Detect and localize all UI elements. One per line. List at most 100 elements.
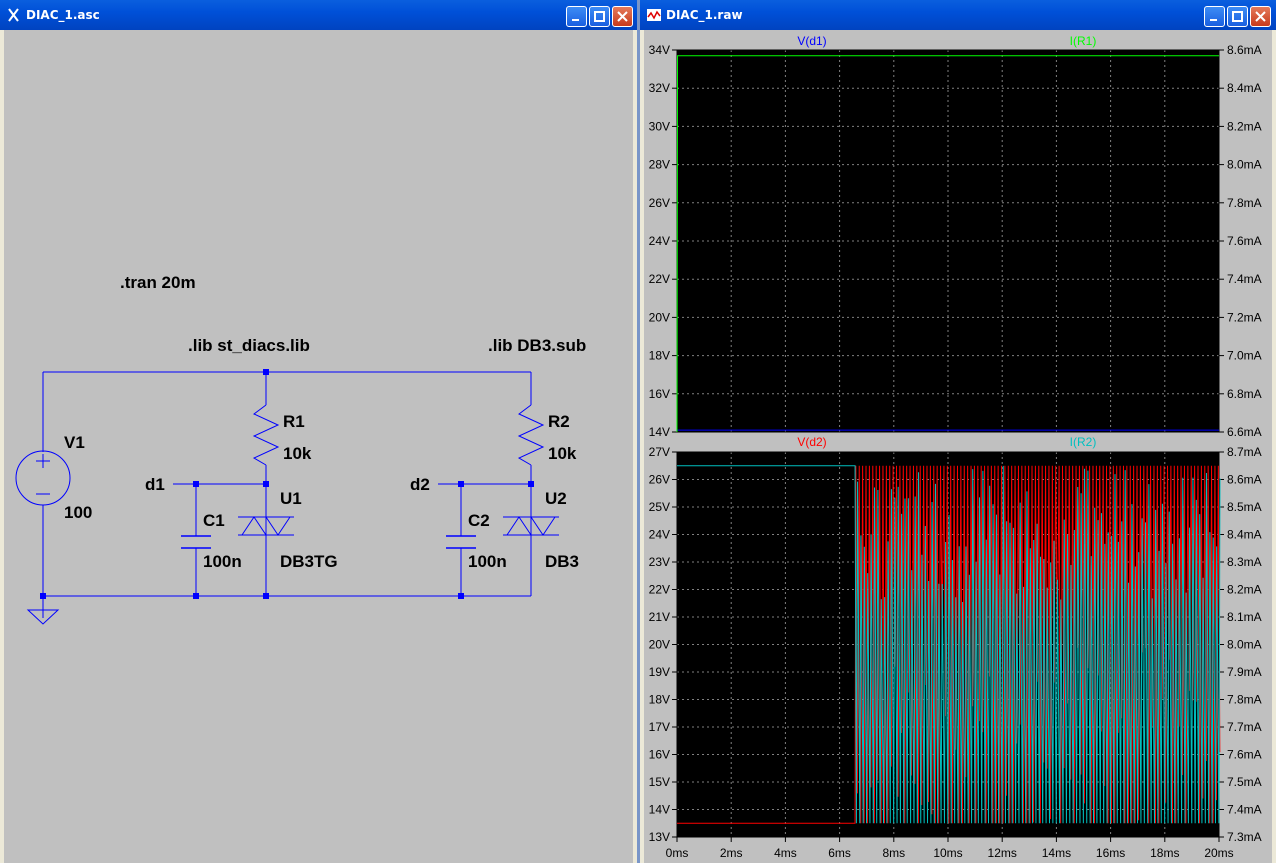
voltage-source-v1-symbol[interactable] [15, 450, 71, 506]
y-tick-label-right: 7.8mA [1227, 693, 1262, 707]
y-tick-label-right: 8.0mA [1227, 158, 1262, 172]
v1-name-label[interactable]: V1 [64, 433, 85, 452]
y-tick-label-right: 8.4mA [1227, 81, 1262, 95]
x-tick-label: 18ms [1150, 846, 1179, 860]
r1-name-label[interactable]: R1 [283, 412, 305, 431]
capacitor-c1-symbol[interactable] [181, 535, 211, 549]
x-tick-label: 10ms [933, 846, 962, 860]
y-tick-label-left: 20V [649, 638, 670, 652]
close-button[interactable] [1250, 6, 1271, 27]
net-label-d1[interactable]: d1 [145, 475, 165, 494]
waveform-window[interactable]: DIAC_1.raw 14V 6.6mA 16V 6.8mA 18V 7.0mA 20V 7.… [640, 0, 1276, 863]
y-tick-label-right: 8.2mA [1227, 583, 1262, 597]
y-tick-label-left: 28V [649, 158, 670, 172]
y-tick-label-left: 22V [649, 272, 670, 286]
waveform-viewer-icon [647, 9, 661, 21]
y-tick-label-right: 7.4mA [1227, 803, 1262, 817]
trace-label-ir1: I(R1) [1070, 34, 1097, 48]
plot-pane-2[interactable]: 13V 7.3mA 14V 7.4mA 15V 7.5mA 16V 7.6mA 17V 7.7mA… [649, 435, 1262, 844]
x-tick-label: 8ms [882, 846, 905, 860]
y-tick-label-left: 20V [649, 310, 670, 324]
x-tick-label: 14ms [1042, 846, 1071, 860]
y-tick-label-left: 26V [649, 196, 670, 210]
y-tick-label-left: 22V [649, 583, 670, 597]
schematic-window[interactable]: DIAC_1.asc .tran 20m .lib st_diacs.lib .… [0, 0, 637, 863]
waveform-client[interactable]: 14V 6.6mA 16V 6.8mA 18V 7.0mA 20V 7.2mA 22V 7.4mA… [644, 30, 1272, 863]
waveform-plot-area[interactable]: 14V 6.6mA 16V 6.8mA 18V 7.0mA 20V 7.2mA 22V 7.4mA… [644, 30, 1272, 863]
window-title: DIAC_1.raw [666, 8, 743, 22]
y-tick-label-right: 7.5mA [1227, 775, 1262, 789]
y-tick-label-left: 18V [649, 693, 670, 707]
y-tick-label-right: 8.7mA [1227, 445, 1262, 459]
y-tick-label-right: 6.8mA [1227, 387, 1262, 401]
x-tick-label: 16ms [1096, 846, 1125, 860]
r2-name-label[interactable]: R2 [548, 412, 570, 431]
maximize-button[interactable] [589, 6, 610, 27]
y-tick-label-left: 30V [649, 119, 670, 133]
y-tick-label-left: 32V [649, 81, 670, 95]
minimize-button[interactable] [566, 6, 587, 27]
y-tick-label-right: 7.7mA [1227, 720, 1262, 734]
capacitor-c2-symbol[interactable] [446, 535, 476, 549]
maximize-button[interactable] [1227, 6, 1248, 27]
lib-directive-db3[interactable]: .lib DB3.sub [488, 336, 586, 355]
net-label-d2[interactable]: d2 [410, 475, 430, 494]
y-tick-label-right: 7.4mA [1227, 272, 1262, 286]
x-tick-label: 20ms [1204, 846, 1233, 860]
y-tick-label-left: 24V [649, 234, 670, 248]
y-tick-label-left: 18V [649, 349, 670, 363]
x-tick-label: 4ms [774, 846, 797, 860]
c1-value-label[interactable]: 100n [203, 552, 242, 571]
u1-name-label[interactable]: U1 [280, 489, 302, 508]
window-title: DIAC_1.asc [26, 8, 100, 22]
y-tick-label-left: 13V [649, 830, 670, 844]
y-tick-label-right: 7.8mA [1227, 196, 1262, 210]
lib-directive-st-diacs[interactable]: .lib st_diacs.lib [188, 336, 310, 355]
trace-label-vd2: V(d2) [797, 435, 826, 449]
y-tick-label-right: 8.4mA [1227, 528, 1262, 542]
y-tick-label-left: 24V [649, 528, 670, 542]
y-tick-label-right: 8.6mA [1227, 43, 1262, 57]
y-tick-label-left: 15V [649, 775, 670, 789]
waveform-titlebar[interactable]: DIAC_1.raw [640, 0, 1276, 30]
v1-value-label[interactable]: 100 [64, 503, 92, 522]
trace-label-ir2: I(R2) [1070, 435, 1097, 449]
trace-label-vd1: V(d1) [797, 34, 826, 48]
y-tick-label-right: 7.3mA [1227, 830, 1262, 844]
close-button[interactable] [612, 6, 633, 27]
y-tick-label-right: 8.6mA [1227, 473, 1262, 487]
resistor-r1-symbol[interactable] [252, 404, 280, 466]
y-tick-label-left: 23V [649, 555, 670, 569]
x-tick-label: 6ms [828, 846, 851, 860]
tran-directive[interactable]: .tran 20m [120, 273, 196, 292]
resistor-r2-symbol[interactable] [517, 404, 545, 466]
y-tick-label-left: 26V [649, 473, 670, 487]
y-tick-label-right: 8.5mA [1227, 500, 1262, 514]
ltspice-schematic-icon [8, 8, 19, 22]
y-tick-label-left: 16V [649, 387, 670, 401]
y-tick-label-right: 8.3mA [1227, 555, 1262, 569]
y-tick-label-left: 34V [649, 43, 670, 57]
u1-value-label[interactable]: DB3TG [280, 552, 338, 571]
u2-name-label[interactable]: U2 [545, 489, 567, 508]
y-tick-label-left: 17V [649, 720, 670, 734]
u2-value-label[interactable]: DB3 [545, 552, 579, 571]
y-tick-label-right: 8.1mA [1227, 610, 1262, 624]
schematic-canvas[interactable]: .tran 20m .lib st_diacs.lib .lib DB3.sub… [4, 30, 633, 863]
y-tick-label-right: 6.6mA [1227, 425, 1262, 439]
y-tick-label-left: 19V [649, 665, 670, 679]
schematic-titlebar[interactable]: DIAC_1.asc [0, 0, 637, 30]
y-tick-label-right: 7.6mA [1227, 748, 1262, 762]
r2-value-label[interactable]: 10k [548, 444, 577, 463]
y-tick-label-left: 21V [649, 610, 670, 624]
c2-value-label[interactable]: 100n [468, 552, 507, 571]
y-tick-label-left: 14V [649, 803, 670, 817]
r1-value-label[interactable]: 10k [283, 444, 312, 463]
c2-name-label[interactable]: C2 [468, 511, 490, 530]
minimize-button[interactable] [1204, 6, 1225, 27]
plot-pane-1[interactable]: 14V 6.6mA 16V 6.8mA 18V 7.0mA 20V 7.2mA 22V 7.4mA… [649, 34, 1262, 439]
c1-name-label[interactable]: C1 [203, 511, 225, 530]
y-tick-label-right: 8.0mA [1227, 638, 1262, 652]
x-tick-label: 12ms [988, 846, 1017, 860]
y-tick-label-right: 7.9mA [1227, 665, 1262, 679]
